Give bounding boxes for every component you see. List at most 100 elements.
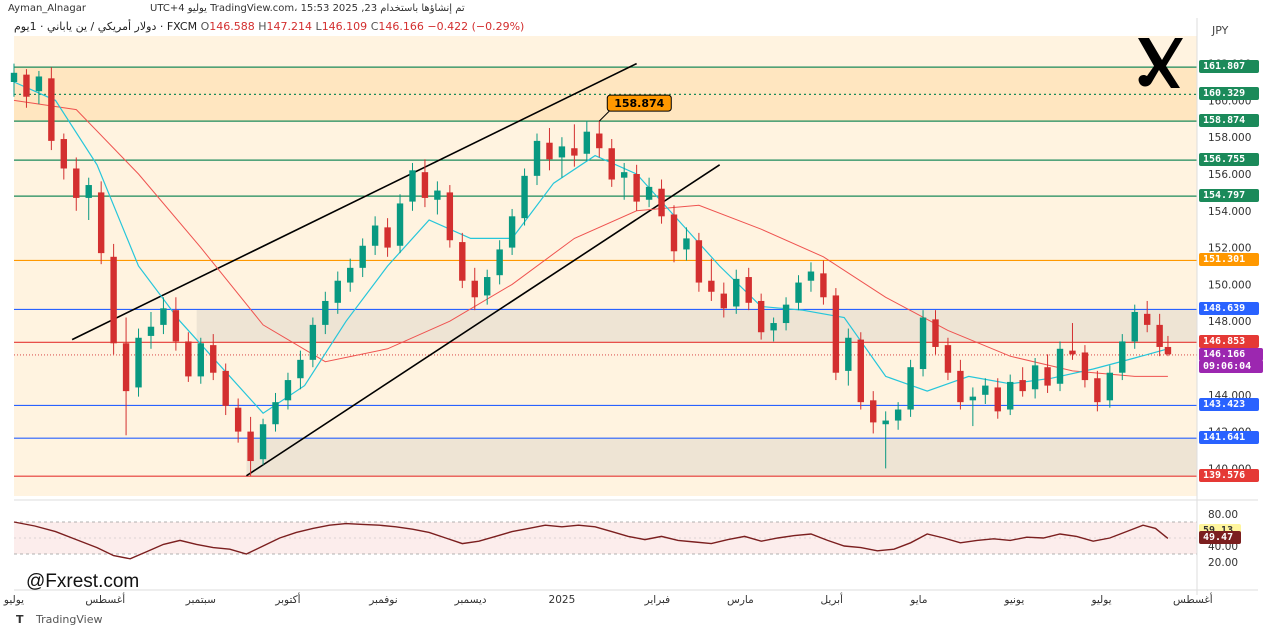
candle-body-6 [85, 185, 92, 198]
author-name[interactable]: Ayman_Alnagar [8, 3, 86, 14]
candle-body-76 [957, 370, 964, 403]
candle-body-10 [135, 337, 142, 388]
candle-body-17 [222, 370, 229, 406]
candle-body-35 [446, 192, 454, 241]
candle-body-82 [1031, 365, 1039, 390]
candle-body-49 [620, 172, 628, 178]
candle-body-26 [334, 280, 341, 303]
price-tick-7: 156.000 [1208, 169, 1251, 181]
level-tag-1: 160.329 [1199, 87, 1259, 101]
candle-body-52 [658, 188, 665, 217]
brand-logo-icon [1135, 36, 1185, 90]
candle-body-36 [459, 242, 466, 281]
candle-body-21 [272, 402, 279, 425]
candle-body-80 [1007, 381, 1014, 410]
candle-body-20 [259, 424, 267, 460]
candle-body-34 [434, 190, 441, 200]
symbol-name[interactable]: دولار أمريكي / ين ياباني · 1يوم · FXCM [14, 20, 197, 33]
candle-body-5 [73, 168, 80, 198]
time-tick-5: ديسمبر [454, 594, 487, 606]
candle-body-2 [35, 76, 43, 92]
candle-body-50 [633, 174, 640, 202]
level-tag-6: 148.639 [1199, 302, 1259, 316]
callout-label: 158.874 [614, 97, 664, 110]
candle-body-16 [210, 345, 217, 373]
candle-body-39 [496, 249, 503, 276]
candle-body-1 [23, 74, 30, 97]
tradingview-logo-icon: 𝗧 [16, 613, 24, 626]
candle-body-48 [608, 148, 615, 180]
candle-body-45 [571, 148, 578, 156]
footer-bar: 𝗧 TradingView [0, 610, 1280, 630]
candle-body-62 [782, 304, 790, 324]
candle-body-8 [110, 256, 117, 344]
candle-body-59 [745, 277, 752, 303]
candle-body-74 [932, 319, 939, 347]
candle-body-72 [907, 367, 914, 410]
candle-body-40 [508, 216, 516, 248]
candle-body-11 [147, 326, 155, 336]
price-chart[interactable]: 140.000142.000144.000148.000150.000152.0… [0, 0, 1280, 630]
candle-body-85 [1069, 350, 1076, 355]
candle-body-89 [1119, 341, 1126, 373]
candle-body-32 [409, 170, 416, 202]
price-tick-3: 148.000 [1208, 316, 1251, 328]
price-tick-8: 158.000 [1208, 132, 1251, 144]
time-tick-6: 2025 [549, 594, 576, 606]
candle-body-81 [1019, 380, 1026, 392]
candle-body-28 [359, 245, 366, 268]
candle-body-46 [583, 131, 591, 154]
candle-body-86 [1081, 352, 1089, 381]
watermark-text: @Fxrest.com [26, 571, 140, 592]
candle-body-70 [882, 420, 889, 425]
candle-body-93 [1164, 346, 1172, 355]
candle-body-75 [944, 345, 952, 373]
candle-body-15 [197, 343, 204, 377]
candle-body-22 [284, 380, 292, 401]
time-tick-0: يوليو [3, 594, 24, 606]
high-value: 147.214 [266, 20, 313, 33]
candle-body-73 [919, 317, 927, 370]
range-zone-0 [196, 309, 1197, 343]
candle-body-7 [97, 192, 105, 254]
level-tag-10: 139.576 [1199, 469, 1259, 483]
candle-body-44 [558, 146, 566, 158]
rsi-tick-0: 20.00 [1208, 557, 1238, 569]
time-tick-11: يونيو [1003, 594, 1024, 606]
candle-body-31 [396, 203, 404, 246]
candle-body-66 [832, 295, 840, 373]
candle-body-43 [546, 142, 553, 160]
level-tag-7: 146.853 [1199, 335, 1259, 349]
currency-label: JPY [1212, 24, 1229, 37]
candle-body-77 [969, 396, 977, 401]
candle-body-4 [60, 139, 68, 169]
footer-brand[interactable]: TradingView [36, 613, 102, 626]
candle-body-57 [720, 293, 727, 309]
candle-body-19 [247, 431, 254, 462]
level-tag-2: 158.874 [1199, 114, 1259, 128]
candle-body-79 [994, 387, 1001, 412]
candle-body-47 [596, 133, 603, 149]
low-value: 146.109 [321, 20, 368, 33]
candle-body-53 [670, 214, 678, 252]
candle-body-18 [234, 407, 242, 432]
candle-body-51 [645, 186, 653, 200]
candle-body-30 [384, 227, 391, 248]
candle-body-87 [1094, 378, 1101, 403]
publish-header: Ayman_Alnagar تم إنشاؤها باستخدام Tradin… [0, 0, 1280, 18]
brand-logo-shape [1138, 38, 1183, 88]
candle-body-25 [322, 300, 329, 325]
time-tick-9: أبريل [820, 592, 843, 606]
candle-body-55 [695, 240, 703, 283]
time-tick-2: سبتمبر [185, 594, 216, 606]
candle-body-58 [733, 278, 740, 307]
high-label: H [258, 20, 267, 33]
time-tick-3: أكتوبر [274, 592, 300, 606]
candle-body-65 [820, 273, 827, 298]
candle-body-3 [48, 78, 55, 141]
level-tag-8: 143.423 [1199, 398, 1259, 412]
candle-body-24 [309, 324, 317, 360]
candle-body-42 [533, 140, 541, 176]
time-tick-13: أغسطس [1173, 592, 1213, 606]
candle-body-91 [1143, 313, 1151, 325]
